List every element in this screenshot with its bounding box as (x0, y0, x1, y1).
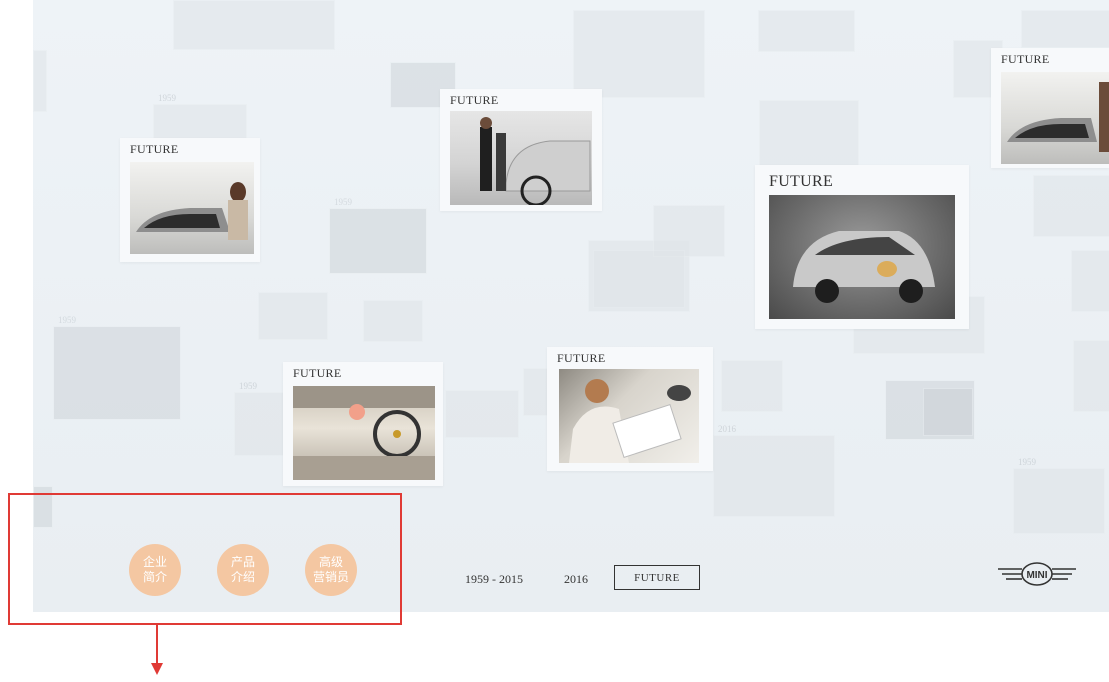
ghost-photo (593, 250, 685, 308)
annotation-arrow-icon (149, 625, 165, 682)
future-card[interactable]: FUTURE (440, 89, 602, 211)
ghost-photo (33, 50, 47, 112)
ghost-photo (363, 300, 423, 342)
ghost-photo (1033, 175, 1109, 237)
card-label: FUTURE (557, 351, 606, 365)
ghost-photo (759, 100, 859, 166)
timeline-future-tab[interactable]: FUTURE (614, 565, 700, 590)
ghost-photo (758, 10, 855, 52)
mini-logo: MINI (996, 561, 1078, 594)
card-photo (769, 195, 955, 319)
card-photo (130, 162, 254, 254)
future-card[interactable]: FUTURE (547, 347, 713, 471)
timeline-1959-2015[interactable]: 1959 - 2015 (465, 572, 523, 587)
ghost-photo (173, 0, 335, 50)
concept-car-illustration (793, 231, 935, 303)
ghost-photo: 2016 (713, 424, 835, 517)
year-label: 1959 (239, 381, 257, 391)
future-card[interactable]: FUTURE (755, 165, 969, 329)
ghost-photo: 1959 (329, 197, 427, 274)
men-car-illustration (480, 117, 591, 205)
future-card[interactable]: FUTURE (283, 362, 443, 486)
designer-sketching-illustration (569, 379, 691, 463)
card-label: FUTURE (1001, 52, 1050, 66)
ghost-photo (923, 388, 973, 436)
card-label: FUTURE (130, 142, 179, 156)
year-label: 1959 (58, 315, 76, 325)
svg-text:MINI: MINI (1026, 570, 1047, 581)
ghost-photo: 1959 (234, 381, 288, 456)
card-label: FUTURE (769, 173, 834, 190)
card-photo (293, 386, 435, 480)
ghost-photo (1071, 250, 1109, 312)
future-card[interactable]: FUTURE (120, 138, 260, 262)
timeline-2016[interactable]: 2016 (564, 572, 588, 587)
ghost-photo (721, 360, 783, 412)
ghost-photo (258, 292, 328, 340)
card-photo (1001, 72, 1109, 164)
ghost-photo (1073, 340, 1109, 412)
future-card[interactable]: FUTURE (991, 48, 1109, 168)
year-label: 1959 (1018, 457, 1036, 467)
year-label: 1959 (334, 197, 352, 207)
card-photo (559, 369, 699, 463)
card-label: FUTURE (293, 366, 342, 380)
ghost-photo (445, 390, 519, 438)
ghost-photo: 1959 (1013, 457, 1105, 534)
car-interior-illustration (293, 386, 435, 480)
ghost-photo (573, 10, 705, 98)
car-woman-illustration (1007, 82, 1109, 152)
year-label: 1959 (158, 93, 176, 103)
year-label: 2016 (718, 424, 736, 434)
car-woman-illustration (136, 182, 248, 240)
annotation-highlight-box (8, 493, 402, 625)
ghost-photo: 1959 (53, 315, 181, 420)
ghost-photo: 1959 (153, 93, 247, 140)
card-photo (450, 111, 592, 205)
ghost-photo (1021, 10, 1109, 48)
card-label: FUTURE (450, 93, 499, 107)
